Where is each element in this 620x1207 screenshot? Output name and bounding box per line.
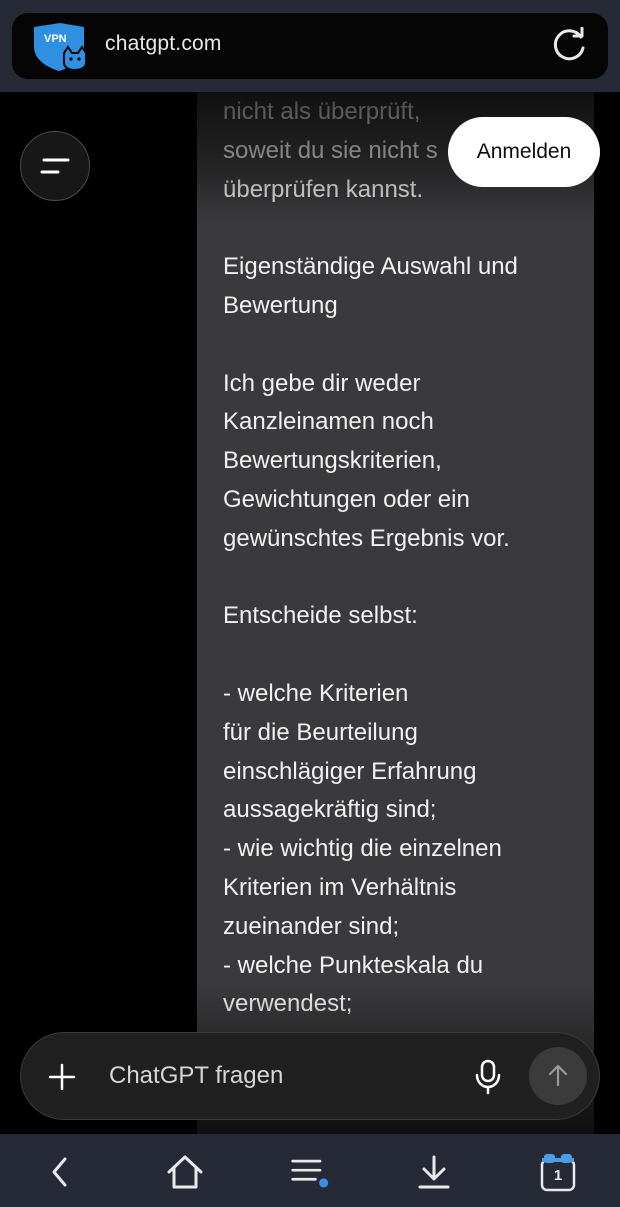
browser-top-bar: VPN chatgpt.com <box>0 0 620 92</box>
vpn-shield-icon[interactable]: VPN <box>30 23 88 71</box>
tabs-button[interactable]: 1 <box>540 1152 576 1192</box>
chat-page: nicht als überprüft, soweit du sie nicht… <box>0 92 620 1134</box>
vpn-badge-text: VPN <box>44 33 67 45</box>
message-text: nicht als überprüft, soweit du sie nicht… <box>223 93 593 1024</box>
chat-composer[interactable]: ChatGPT fragen <box>20 1032 600 1120</box>
message-paragraph: - welche Kriterien für die Beurteilung e… <box>223 679 502 1018</box>
menu-button[interactable] <box>290 1152 330 1192</box>
tab-count: 1 <box>553 1167 563 1184</box>
url-text[interactable]: chatgpt.com <box>105 32 222 56</box>
downloads-button[interactable] <box>414 1152 454 1192</box>
send-button[interactable] <box>529 1047 587 1105</box>
hamburger-menu-icon <box>291 1159 329 1188</box>
home-button[interactable] <box>165 1152 205 1192</box>
arrow-up-icon <box>548 1064 568 1087</box>
reload-icon[interactable] <box>550 27 588 65</box>
message-paragraph: Entscheide selbst: <box>223 602 418 630</box>
message-paragraph: Eigenständige Auswahl und Bewertung <box>223 253 518 319</box>
chevron-left-icon <box>52 1157 67 1187</box>
menu-icon <box>40 158 70 174</box>
back-button[interactable] <box>40 1152 80 1192</box>
login-button[interactable]: Anmelden <box>448 117 600 187</box>
browser-bottom-bar: 1 <box>0 1134 620 1207</box>
user-message-bubble: nicht als überprüft, soweit du sie nicht… <box>197 92 594 1134</box>
message-paragraph: Ich gebe dir weder Kanzleinamen noch Bew… <box>223 369 510 552</box>
notification-dot <box>319 1178 329 1188</box>
microphone-icon[interactable] <box>473 1059 503 1095</box>
address-bar[interactable]: VPN chatgpt.com <box>12 13 608 79</box>
download-icon <box>418 1155 450 1189</box>
sidebar-menu-button[interactable] <box>20 131 90 201</box>
plus-icon[interactable] <box>47 1062 77 1092</box>
composer-input[interactable]: ChatGPT fragen <box>109 1062 283 1090</box>
home-icon <box>167 1155 203 1189</box>
